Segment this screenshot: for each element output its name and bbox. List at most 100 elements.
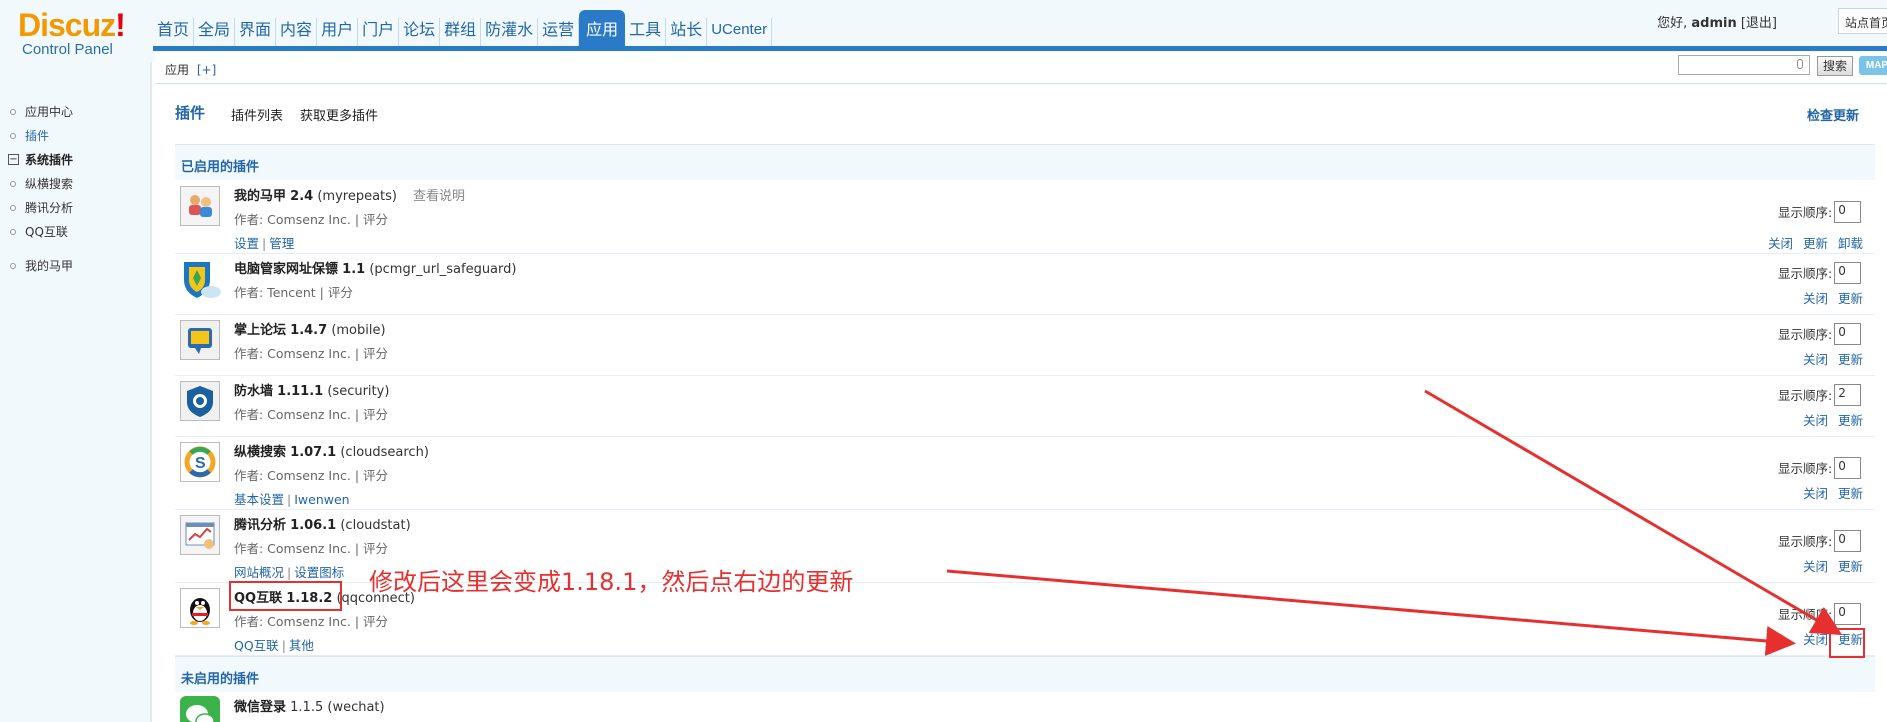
plugin-actions: 关闭 更新 卸载 [1758,233,1863,252]
collapse-icon[interactable]: − [8,154,19,165]
nav-item-operation[interactable]: 运营 [538,18,580,47]
plugin-qqconnect-link[interactable]: QQ互联 [234,638,279,653]
view-docs-link[interactable]: 查看说明 [413,189,465,204]
plugin-tabs: 插件 插件列表 获取更多插件 检查更新 [175,102,1887,126]
plugin-basic-settings-link[interactable]: 基本设置 [234,492,284,507]
plugin-links: QQ互联 | 其他 [234,638,314,653]
plugin-title: 腾讯分析 1.06.1 (cloudstat) [234,518,411,533]
site-home-link[interactable]: 站点首页 [1838,8,1887,34]
nav-item-forum[interactable]: 论坛 [399,18,441,47]
uninstall-plugin-link[interactable]: 卸载 [1838,236,1863,251]
nav-item-portal[interactable]: 门户 [358,18,400,47]
plugin-actions: 关闭 更新 [1793,483,1863,502]
nav-item-group[interactable]: 群组 [440,18,482,47]
plugin-icon-settings-link[interactable]: 设置图标 [294,565,344,580]
nav-item-user[interactable]: 用户 [317,18,359,47]
close-plugin-link[interactable]: 关闭 [1768,236,1793,251]
nav-item-ucenter[interactable]: UCenter [707,18,773,47]
plugin-author: 作者: Comsenz Inc. | 评分 [234,212,389,227]
close-plugin-link[interactable]: 关闭 [1803,486,1828,501]
close-plugin-link[interactable]: 关闭 [1803,559,1828,574]
sidebar-item-plugins[interactable]: 插件 [0,124,150,148]
update-highlight-box [1829,628,1865,658]
display-order: 显示顺序: 0 [1778,321,1862,345]
plugin-title: 电脑管家网址保镖 1.1 (pcmgr_url_safeguard) [234,262,517,277]
search-button[interactable]: 搜索 [1817,56,1853,76]
plugin-settings-link[interactable]: 设置 [234,236,259,251]
sidebar-item-cloudsearch[interactable]: 纵横搜索 [0,172,150,196]
nav-item-global[interactable]: 全局 [194,18,236,47]
display-order-input[interactable]: 2 [1834,384,1862,406]
bullet-icon [10,263,16,269]
update-plugin-link[interactable]: 更新 [1838,486,1863,501]
search-input[interactable] [1678,55,1810,75]
sidebar-item-app-center[interactable]: 应用中心 [0,100,150,124]
nav-item-plugin[interactable]: 应用 [579,10,626,47]
update-plugin-link[interactable]: 更新 [1838,352,1863,367]
sidebar-item-label: 插件 [25,129,50,143]
plugin-overview-link[interactable]: 网站概况 [234,565,284,580]
close-plugin-link[interactable]: 关闭 [1803,291,1828,306]
nav-item-home[interactable]: 首页 [153,18,195,47]
display-order-input[interactable]: 0 [1834,603,1862,625]
myrepeats-icon [180,186,220,226]
check-update-link[interactable]: 检查更新 [1807,105,1859,124]
plugin-iwenwen-link[interactable]: Iwenwen [294,492,349,507]
bullet-icon [10,109,16,115]
nav-item-founder[interactable]: 站长 [666,18,708,47]
update-plugin-link[interactable]: 更新 [1838,413,1863,428]
nav-item-antispam[interactable]: 防灌水 [481,18,539,47]
plugin-title: 微信登录 1.1.5 (wechat) [234,700,385,715]
update-plugin-link[interactable]: 更新 [1803,236,1828,251]
security-icon [180,381,220,421]
plugin-actions: 关闭 更新 [1793,410,1863,429]
greeting: 您好, [1657,16,1688,31]
display-order-input[interactable]: 0 [1834,530,1862,552]
top-nav: 首页 全局 界面 内容 用户 门户 论坛 群组 防灌水 运营 应用 工具 站长 … [153,10,773,47]
logo-bang: ! [115,7,126,43]
nav-item-style[interactable]: 界面 [235,18,277,47]
display-order: 显示顺序: 0 [1778,199,1862,223]
plugin-title: 纵横搜索 1.07.1 (cloudsearch) [234,445,429,460]
display-order: 显示顺序: 0 [1778,260,1862,284]
page-title: 插件 [175,104,206,122]
tab-plugin-list[interactable]: 插件列表 [231,105,283,124]
sidebar: 应用中心 插件 − 系统插件 纵横搜索 腾讯分析 QQ互联 我的马甲 [0,62,152,722]
display-order-input[interactable]: 0 [1834,457,1862,479]
close-plugin-link[interactable]: 关闭 [1803,352,1828,367]
sidebar-item-label: 腾讯分析 [25,201,74,215]
add-shortcut-button[interactable]: [+] [197,63,216,77]
nav-item-content[interactable]: 内容 [276,18,318,47]
logo-brand: Discuz [18,7,116,43]
sidebar-item-cloudstat[interactable]: 腾讯分析 [0,196,150,220]
plugin-row: 电脑管家网址保镖 1.1 (pcmgr_url_safeguard) 作者: T… [175,254,1875,315]
plugin-other-link[interactable]: 其他 [289,638,314,653]
update-plugin-link[interactable]: 更新 [1838,559,1863,574]
plugin-title: 我的马甲 2.4 (myrepeats) 查看说明 [234,189,465,204]
sidebar-item-qqconnect[interactable]: QQ互联 [0,220,150,244]
bullet-icon [10,133,16,139]
logout-link[interactable]: [退出] [1741,16,1777,31]
sidebar-item-myrepeats[interactable]: 我的马甲 [0,254,150,278]
microphone-icon[interactable] [1797,59,1803,69]
shield-icon [180,258,222,300]
plugin-author: 作者: Comsenz Inc. | 评分 [234,346,389,361]
close-plugin-link[interactable]: 关闭 [1803,413,1828,428]
update-plugin-link[interactable]: 更新 [1838,291,1863,306]
display-order: 显示顺序: 0 [1778,528,1862,552]
nav-item-tools[interactable]: 工具 [625,18,667,47]
map-button[interactable]: MAP [1859,56,1887,75]
sidebar-group-system-plugins[interactable]: − 系统插件 [0,148,150,172]
display-order-input[interactable]: 0 [1834,201,1862,223]
sidebar-item-label: 纵横搜索 [25,177,74,191]
plugin-manage-link[interactable]: 管理 [269,236,294,251]
display-order-input[interactable]: 0 [1834,262,1862,284]
display-order: 显示顺序: 0 [1778,601,1862,625]
plugin-links: 设置 | 管理 [234,236,295,251]
display-order-input[interactable]: 0 [1834,323,1862,345]
tab-more-plugins[interactable]: 获取更多插件 [300,105,378,124]
close-plugin-link[interactable]: 关闭 [1803,632,1828,647]
plugin-row: S 纵横搜索 1.07.1 (cloudsearch) 作者: Comsenz … [175,437,1875,510]
discuz-logo[interactable]: Discuz! Control Panel [18,8,148,60]
plugin-links: 网站概况 | 设置图标 [234,565,345,580]
